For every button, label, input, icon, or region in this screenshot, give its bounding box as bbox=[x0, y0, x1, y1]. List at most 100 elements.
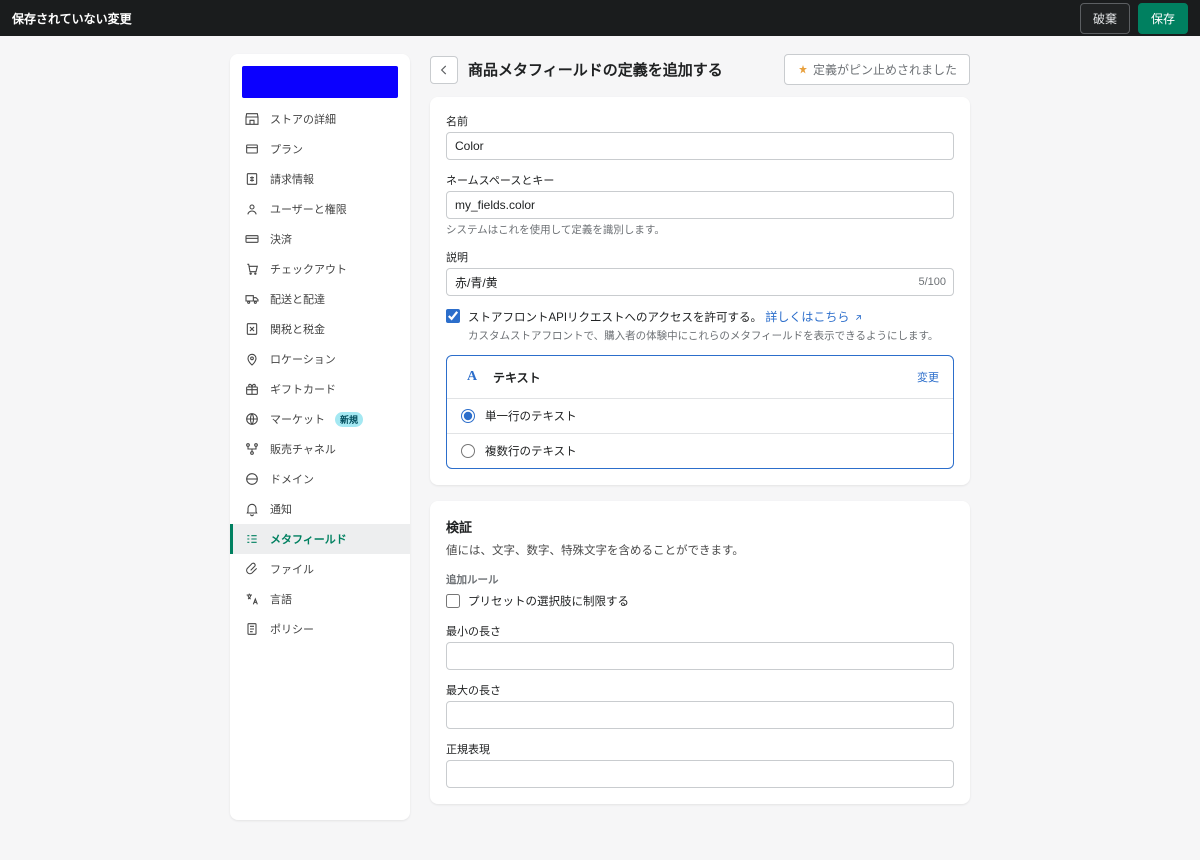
plan-icon bbox=[244, 141, 260, 157]
content-type-box: A テキスト 変更 単一行のテキスト 複数行のテキスト bbox=[446, 355, 954, 469]
sidebar-item-label: チェックアウト bbox=[270, 261, 347, 277]
namespace-field: ネームスペースとキー システムはこれを使用して定義を識別します。 bbox=[446, 172, 954, 237]
learn-more-link[interactable]: 詳しくはこちら bbox=[765, 310, 862, 324]
min-length-input[interactable] bbox=[446, 642, 954, 670]
radio-multi-label: 複数行のテキスト bbox=[485, 443, 577, 459]
sidebar-item-label: 決済 bbox=[270, 231, 292, 247]
back-button[interactable] bbox=[430, 56, 458, 84]
regex-input[interactable] bbox=[446, 760, 954, 788]
change-type-button[interactable]: 変更 bbox=[917, 369, 939, 385]
sidebar-item-label: マーケット bbox=[270, 411, 325, 427]
regex-field: 正規表現 bbox=[446, 741, 954, 788]
sidebar-item-label: ストアの詳細 bbox=[270, 111, 336, 127]
sidebar-item-label: ユーザーと権限 bbox=[270, 201, 347, 217]
additional-rules-label: 追加ルール bbox=[446, 572, 954, 587]
sidebar-item-label: 販売チャネル bbox=[270, 441, 336, 457]
namespace-input[interactable] bbox=[446, 191, 954, 219]
bell-icon bbox=[244, 501, 260, 517]
topbar-actions: 破棄 保存 bbox=[1080, 3, 1188, 34]
description-counter: 5/100 bbox=[918, 276, 946, 288]
store-icon bbox=[244, 111, 260, 127]
discard-button[interactable]: 破棄 bbox=[1080, 3, 1130, 34]
radio-single-label: 単一行のテキスト bbox=[485, 408, 577, 424]
sidebar-item-markets[interactable]: マーケット 新規 bbox=[230, 404, 410, 434]
sidebar-item-label: メタフィールド bbox=[270, 531, 347, 547]
radio-single-input[interactable] bbox=[461, 409, 475, 423]
sidebar-item-checkout[interactable]: チェックアウト bbox=[230, 254, 410, 284]
name-label: 名前 bbox=[446, 113, 954, 129]
sidebar-item-users[interactable]: ユーザーと権限 bbox=[230, 194, 410, 224]
metafields-icon bbox=[244, 531, 260, 547]
radio-multi-input[interactable] bbox=[461, 444, 475, 458]
users-icon bbox=[244, 201, 260, 217]
sidebar-item-domains[interactable]: ドメイン bbox=[230, 464, 410, 494]
namespace-help: システムはこれを使用して定義を識別します。 bbox=[446, 222, 954, 237]
name-input[interactable] bbox=[446, 132, 954, 160]
cart-icon bbox=[244, 261, 260, 277]
globe-icon bbox=[244, 411, 260, 427]
sidebar-item-giftcards[interactable]: ギフトカード bbox=[230, 374, 410, 404]
sidebar-item-sales-channels[interactable]: 販売チャネル bbox=[230, 434, 410, 464]
sidebar-item-metafields[interactable]: メタフィールド bbox=[230, 524, 410, 554]
radio-single-line[interactable]: 単一行のテキスト bbox=[447, 398, 953, 433]
pin-status-button[interactable]: 定義がピン止めされました bbox=[784, 54, 970, 85]
sidebar-item-payments[interactable]: 決済 bbox=[230, 224, 410, 254]
namespace-label: ネームスペースとキー bbox=[446, 172, 954, 188]
billing-icon bbox=[244, 171, 260, 187]
page: ストアの詳細 プラン 請求情報 ユーザーと権限 決済 チェックアウト 配送と配達 bbox=[0, 36, 1200, 860]
tax-icon bbox=[244, 321, 260, 337]
page-header: 商品メタフィールドの定義を追加する 定義がピン止めされました bbox=[430, 54, 970, 85]
sidebar-item-shipping[interactable]: 配送と配達 bbox=[230, 284, 410, 314]
sidebar-item-notifications[interactable]: 通知 bbox=[230, 494, 410, 524]
main-content: 商品メタフィールドの定義を追加する 定義がピン止めされました 名前 ネームスペー… bbox=[430, 54, 970, 820]
sidebar-item-locations[interactable]: ロケーション bbox=[230, 344, 410, 374]
content-type-header: A テキスト 変更 bbox=[447, 356, 953, 398]
files-icon bbox=[244, 561, 260, 577]
domain-icon bbox=[244, 471, 260, 487]
sidebar-item-plan[interactable]: プラン bbox=[230, 134, 410, 164]
external-link-icon bbox=[853, 313, 863, 323]
storefront-api-checkbox[interactable] bbox=[446, 309, 460, 323]
sidebar-item-label: 請求情報 bbox=[270, 171, 314, 187]
policy-icon bbox=[244, 621, 260, 637]
language-icon bbox=[244, 591, 260, 607]
store-logo bbox=[242, 66, 398, 98]
pin-icon bbox=[797, 64, 809, 76]
storefront-api-help: カスタムストアフロントで、購入者の体験中にこれらのメタフィールドを表示できるよう… bbox=[468, 328, 938, 343]
name-field: 名前 bbox=[446, 113, 954, 160]
min-length-field: 最小の長さ bbox=[446, 623, 954, 670]
max-length-field: 最大の長さ bbox=[446, 682, 954, 729]
unsaved-title: 保存されていない変更 bbox=[12, 10, 132, 27]
min-length-label: 最小の長さ bbox=[446, 623, 954, 639]
sidebar-item-store-details[interactable]: ストアの詳細 bbox=[230, 104, 410, 134]
arrow-left-icon bbox=[437, 63, 451, 77]
sidebar-item-policies[interactable]: ポリシー bbox=[230, 614, 410, 644]
definition-card: 名前 ネームスペースとキー システムはこれを使用して定義を識別します。 説明 5… bbox=[430, 97, 970, 485]
preset-checkbox[interactable] bbox=[446, 594, 460, 608]
validation-desc: 値には、文字、数字、特殊文字を含めることができます。 bbox=[446, 542, 954, 558]
preset-checkbox-row: プリセットの選択肢に制限する bbox=[446, 593, 954, 609]
location-icon bbox=[244, 351, 260, 367]
description-input[interactable] bbox=[446, 268, 954, 296]
max-length-label: 最大の長さ bbox=[446, 682, 954, 698]
sidebar-item-billing[interactable]: 請求情報 bbox=[230, 164, 410, 194]
content-type-name: テキスト bbox=[493, 369, 541, 386]
channels-icon bbox=[244, 441, 260, 457]
settings-sidebar: ストアの詳細 プラン 請求情報 ユーザーと権限 決済 チェックアウト 配送と配達 bbox=[230, 54, 410, 820]
sidebar-item-label: 配送と配達 bbox=[270, 291, 325, 307]
save-button[interactable]: 保存 bbox=[1138, 3, 1188, 34]
sidebar-item-label: 言語 bbox=[270, 591, 292, 607]
sidebar-item-label: ロケーション bbox=[270, 351, 336, 367]
max-length-input[interactable] bbox=[446, 701, 954, 729]
sidebar-item-files[interactable]: ファイル bbox=[230, 554, 410, 584]
preset-label: プリセットの選択肢に制限する bbox=[468, 593, 629, 609]
sidebar-item-label: ファイル bbox=[270, 561, 314, 577]
unsaved-changes-bar: 保存されていない変更 破棄 保存 bbox=[0, 0, 1200, 36]
sidebar-item-languages[interactable]: 言語 bbox=[230, 584, 410, 614]
payments-icon bbox=[244, 231, 260, 247]
sidebar-item-label: ドメイン bbox=[270, 471, 314, 487]
sidebar-item-taxes[interactable]: 関税と税金 bbox=[230, 314, 410, 344]
radio-multi-line[interactable]: 複数行のテキスト bbox=[447, 433, 953, 468]
storefront-api-checkbox-row: ストアフロントAPIリクエストへのアクセスを許可する。 詳しくはこちら カスタム… bbox=[446, 308, 954, 343]
regex-label: 正規表現 bbox=[446, 741, 954, 757]
